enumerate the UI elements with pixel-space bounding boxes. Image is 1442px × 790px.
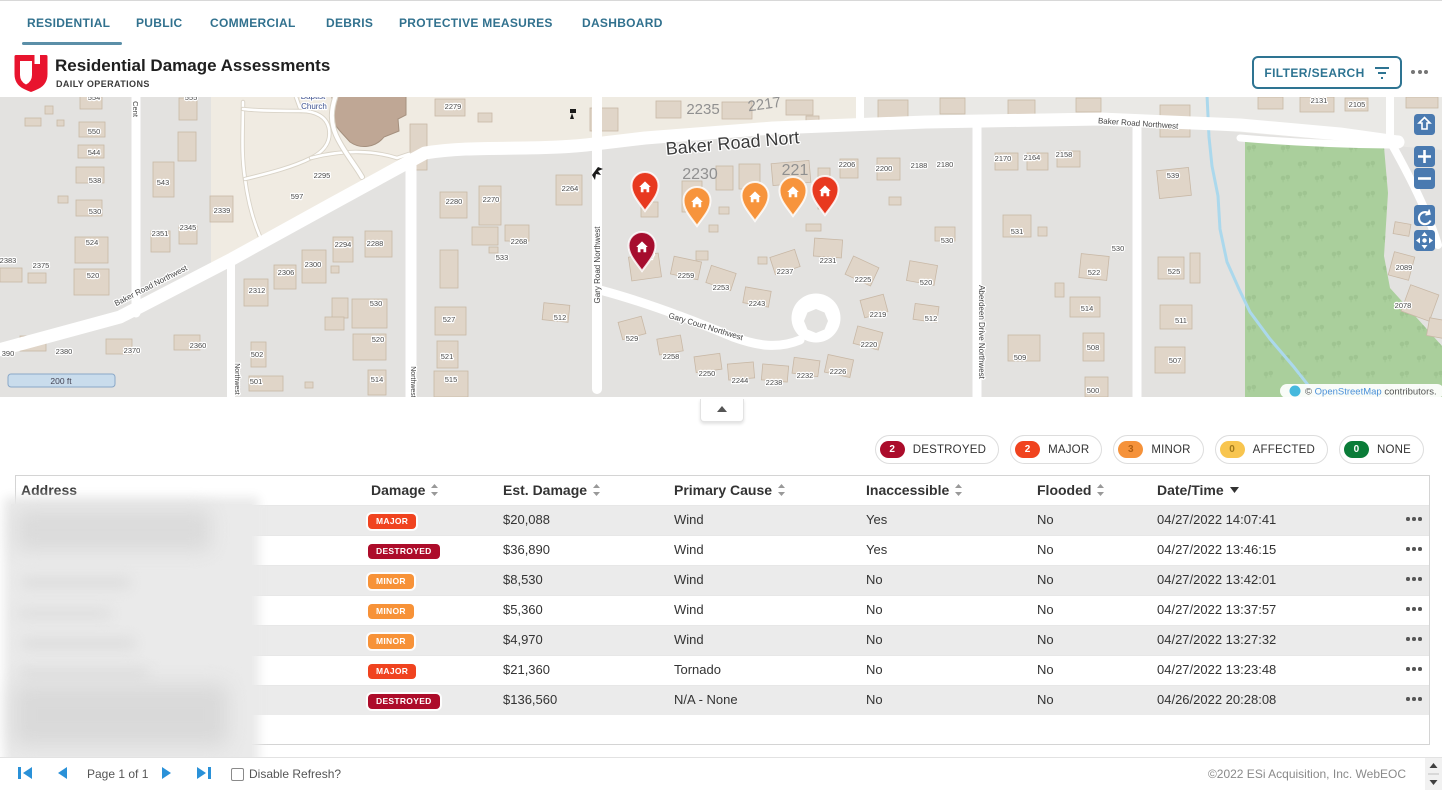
svg-text:508: 508 (1087, 343, 1100, 352)
svg-text:Church: Church (301, 102, 327, 111)
svg-text:Aberdeen Drive Northwest: Aberdeen Drive Northwest (977, 285, 986, 380)
svg-text:2345: 2345 (180, 223, 197, 232)
svg-text:520: 520 (87, 271, 100, 280)
svg-text:530: 530 (941, 236, 954, 245)
svg-text:2089: 2089 (1396, 263, 1413, 272)
svg-text:511: 511 (1175, 316, 1187, 325)
svg-text:2158: 2158 (1056, 150, 1073, 159)
svg-text:2230: 2230 (682, 166, 718, 183)
svg-text:555: 555 (185, 97, 198, 102)
svg-text:2237: 2237 (777, 267, 794, 276)
svg-text:512: 512 (925, 314, 938, 323)
svg-text:2383: 2383 (0, 256, 16, 265)
svg-text:520: 520 (372, 335, 385, 344)
svg-text:2170: 2170 (995, 154, 1012, 163)
svg-text:529: 529 (626, 334, 639, 343)
svg-text:2300: 2300 (305, 260, 322, 269)
svg-text:524: 524 (86, 238, 99, 247)
svg-text:539: 539 (1167, 171, 1180, 180)
svg-text:2268: 2268 (511, 237, 528, 246)
svg-text:2370: 2370 (124, 346, 141, 355)
svg-text:2180: 2180 (937, 160, 954, 169)
svg-text:538: 538 (89, 176, 102, 185)
svg-text:Northwest: Northwest (409, 366, 416, 397)
svg-text:2253: 2253 (713, 283, 730, 292)
svg-text:2231: 2231 (820, 256, 837, 265)
svg-text:200 ft: 200 ft (50, 376, 72, 386)
svg-text:2264: 2264 (562, 184, 579, 193)
svg-text:2220: 2220 (861, 340, 878, 349)
svg-text:520: 520 (920, 278, 933, 287)
svg-text:550: 550 (88, 127, 101, 136)
svg-text:2280: 2280 (446, 197, 463, 206)
svg-text:525: 525 (1168, 267, 1181, 276)
svg-text:2360: 2360 (190, 341, 207, 350)
svg-text:Gary Road Northwest: Gary Road Northwest (593, 226, 602, 304)
svg-text:2206: 2206 (839, 160, 856, 169)
svg-text:533: 533 (496, 253, 509, 262)
svg-text:Baptist: Baptist (301, 97, 326, 101)
svg-text:© OpenStreetMap contributors.: © OpenStreetMap contributors. (1305, 387, 1437, 398)
svg-text:2259: 2259 (678, 271, 695, 280)
svg-text:2288: 2288 (367, 239, 384, 248)
svg-text:2351: 2351 (152, 229, 169, 238)
svg-text:2270: 2270 (483, 195, 500, 204)
svg-text:2243: 2243 (749, 299, 766, 308)
svg-text:501: 501 (250, 377, 263, 386)
svg-text:597: 597 (291, 192, 304, 201)
svg-text:2294: 2294 (335, 240, 352, 249)
svg-text:Cent: Cent (131, 101, 140, 118)
svg-text:2375: 2375 (33, 261, 50, 270)
svg-text:509: 509 (1014, 353, 1027, 362)
svg-text:2225: 2225 (855, 275, 872, 284)
svg-text:530: 530 (370, 299, 383, 308)
svg-text:521: 521 (441, 352, 454, 361)
svg-text:2105: 2105 (1349, 100, 1366, 109)
svg-text:527: 527 (443, 315, 456, 324)
svg-text:515: 515 (445, 375, 458, 384)
svg-text:Northwest: Northwest (233, 363, 240, 395)
svg-text:2258: 2258 (663, 352, 680, 361)
svg-text:2295: 2295 (314, 171, 331, 180)
svg-text:2232: 2232 (797, 371, 814, 380)
svg-text:522: 522 (1088, 268, 1101, 277)
svg-text:2312: 2312 (249, 286, 266, 295)
svg-text:514: 514 (371, 375, 384, 384)
svg-text:512: 512 (554, 313, 567, 322)
svg-text:2250: 2250 (699, 369, 716, 378)
svg-text:514: 514 (1081, 304, 1094, 313)
svg-text:2244: 2244 (732, 376, 749, 385)
svg-text:2219: 2219 (870, 310, 887, 319)
svg-text:2279: 2279 (445, 102, 462, 111)
svg-text:554: 554 (88, 97, 101, 102)
svg-text:2078: 2078 (1395, 301, 1412, 310)
svg-text:544: 544 (88, 148, 101, 157)
svg-text:2306: 2306 (278, 268, 295, 277)
svg-text:531: 531 (1011, 227, 1024, 236)
svg-text:2226: 2226 (830, 367, 847, 376)
svg-text:530: 530 (89, 207, 102, 216)
svg-text:500: 500 (1087, 386, 1100, 395)
svg-text:2164: 2164 (1024, 153, 1041, 162)
svg-text:2188: 2188 (911, 161, 928, 170)
svg-text:2380: 2380 (56, 347, 73, 356)
svg-text:502: 502 (251, 350, 264, 359)
svg-text:2131: 2131 (1311, 97, 1328, 105)
svg-text:2200: 2200 (876, 164, 893, 173)
svg-text:2235: 2235 (686, 101, 719, 118)
svg-text:507: 507 (1169, 356, 1182, 365)
svg-text:2339: 2339 (214, 206, 231, 215)
svg-text:2238: 2238 (766, 378, 783, 387)
svg-text:543: 543 (157, 178, 170, 187)
svg-text:390: 390 (2, 349, 15, 358)
svg-text:530: 530 (1112, 244, 1125, 253)
